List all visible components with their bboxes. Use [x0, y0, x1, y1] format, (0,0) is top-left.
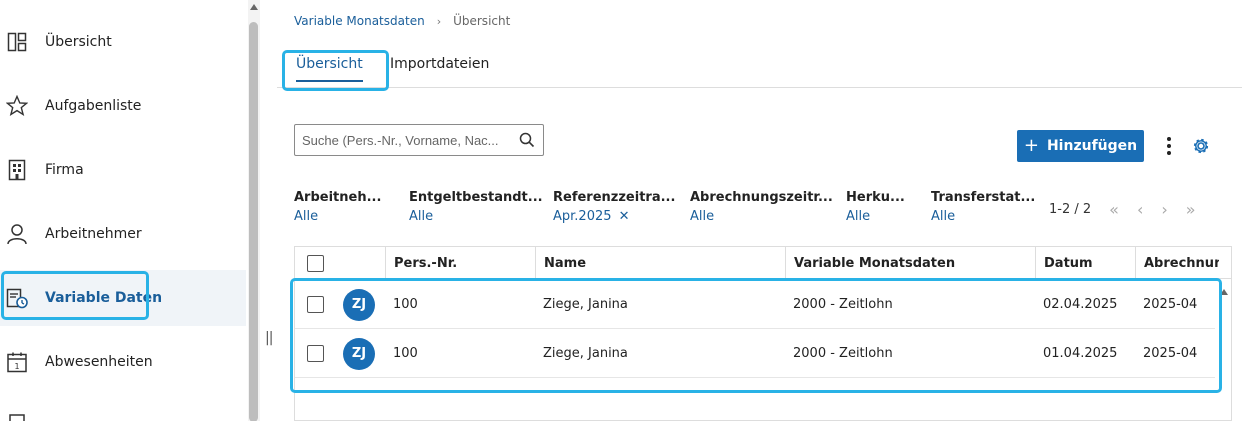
- star-icon: [6, 95, 28, 117]
- filter-referenzzeitraum[interactable]: Referenzzeitra... Apr.2025 ✕: [553, 190, 675, 224]
- scroll-up-arrow-icon[interactable]: [250, 4, 258, 10]
- scroll-thumb[interactable]: [249, 22, 258, 421]
- cell-datum: 01.04.2025: [1043, 346, 1118, 361]
- row-checkbox[interactable]: [307, 345, 324, 362]
- table-row[interactable]: ZJ 100 Ziege, Janina 2000 - Zeitlohn 01.…: [295, 329, 1215, 378]
- data-table: Pers.-Nr. Name Variable Monatsdaten Datu…: [294, 246, 1232, 421]
- sidebar-item-firma[interactable]: Firma: [0, 142, 246, 198]
- search-icon[interactable]: [519, 132, 535, 152]
- last-page-icon[interactable]: »: [1186, 200, 1196, 219]
- person-icon: [6, 223, 28, 245]
- next-page-icon[interactable]: ›: [1161, 200, 1167, 219]
- column-header-variable-monatsdaten[interactable]: Variable Monatsdaten: [785, 247, 1035, 279]
- avatar-cell: ZJ: [343, 329, 375, 378]
- breadcrumb: Variable Monatsdaten › Übersicht: [294, 14, 510, 28]
- divider: [277, 87, 1242, 88]
- sidebar-item-abwesenheiten[interactable]: 1 Abwesenheiten: [0, 334, 246, 390]
- sidebar-scrollbar[interactable]: [248, 0, 260, 421]
- column-header-name[interactable]: Name: [535, 247, 785, 279]
- prev-page-icon[interactable]: ‹: [1137, 200, 1143, 219]
- filter-value[interactable]: Alle: [294, 209, 381, 224]
- filter-transferstatus[interactable]: Transferstat... Alle: [931, 190, 1035, 224]
- add-button[interactable]: + Hinzufügen: [1017, 130, 1144, 162]
- variable-data-icon: [6, 287, 28, 309]
- sidebar-item-more[interactable]: [0, 398, 246, 421]
- cell-name: Ziege, Janina: [543, 346, 628, 361]
- filter-label: Abrechnungszeitr...: [690, 190, 833, 205]
- cell-pers-nr: 100: [393, 297, 418, 312]
- sidebar-item-label: Übersicht: [45, 34, 112, 50]
- more-options-icon[interactable]: [1160, 135, 1178, 157]
- cell-datum: 02.04.2025: [1043, 297, 1118, 312]
- row-checkbox-cell: [307, 329, 324, 378]
- tab-uebersicht[interactable]: Übersicht: [296, 56, 363, 82]
- filter-label: Referenzzeitra...: [553, 190, 676, 205]
- sidebar-item-arbeitnehmer[interactable]: Arbeitnehmer: [0, 206, 246, 262]
- avatar-cell: ZJ: [343, 280, 375, 329]
- filter-arbeitnehmer[interactable]: Arbeitneh... Alle: [294, 190, 381, 224]
- breadcrumb-link[interactable]: Variable Monatsdaten: [294, 14, 425, 28]
- select-all-checkbox[interactable]: [307, 254, 324, 272]
- breadcrumb-current: Übersicht: [453, 14, 511, 28]
- clear-icon[interactable]: ✕: [619, 209, 630, 224]
- filter-value[interactable]: Alle: [409, 209, 543, 224]
- panel-splitter-icon[interactable]: ||: [265, 330, 274, 346]
- cell-variable-monatsdaten: 2000 - Zeitlohn: [793, 297, 893, 312]
- select-all-cell: [295, 247, 385, 279]
- sidebar-item-label: Variable Daten: [45, 290, 163, 306]
- avatar: ZJ: [343, 337, 375, 370]
- avatar: ZJ: [343, 288, 375, 321]
- filter-label: Entgeltbestandt...: [409, 190, 543, 205]
- filter-value[interactable]: Alle: [690, 209, 833, 224]
- filter-label: Transferstat...: [931, 190, 1036, 205]
- sidebar-item-label: Firma: [45, 162, 84, 178]
- cell-abrechnung: 2025-04: [1143, 297, 1198, 312]
- cell-name: Ziege, Janina: [543, 297, 628, 312]
- filter-value[interactable]: Alle: [846, 209, 905, 224]
- row-checkbox[interactable]: [307, 296, 324, 313]
- row-checkbox-cell: [307, 280, 324, 329]
- filter-value[interactable]: Alle: [931, 209, 1035, 224]
- filter-herkunft[interactable]: Herku... Alle: [846, 190, 905, 224]
- add-button-label: Hinzufügen: [1046, 138, 1138, 154]
- cell-pers-nr: 100: [393, 346, 418, 361]
- sidebar-item-label: Abwesenheiten: [45, 354, 153, 370]
- filter-value-row: Apr.2025 ✕: [553, 209, 675, 224]
- tab-importdateien[interactable]: Importdateien: [390, 56, 489, 80]
- first-page-icon[interactable]: «: [1109, 200, 1119, 219]
- gear-icon[interactable]: [1191, 136, 1211, 156]
- column-header-abrechnung[interactable]: Abrechnun...: [1135, 247, 1219, 279]
- column-header-datum[interactable]: Datum: [1035, 247, 1135, 279]
- page-range: 1-2 / 2: [1049, 202, 1092, 217]
- building-icon: [6, 159, 28, 181]
- table-header: Pers.-Nr. Name Variable Monatsdaten Datu…: [295, 247, 1231, 279]
- table-scroll-up-icon[interactable]: [1220, 289, 1228, 295]
- search-input[interactable]: [302, 132, 512, 148]
- document-icon: [6, 412, 28, 421]
- pagination: 1-2 / 2 « ‹ › »: [1049, 200, 1196, 219]
- sidebar-item-aufgabenliste[interactable]: Aufgabenliste: [0, 78, 246, 134]
- cell-variable-monatsdaten: 2000 - Zeitlohn: [793, 346, 893, 361]
- filter-value[interactable]: Apr.2025: [553, 209, 612, 224]
- sidebar-item-variable-daten[interactable]: Variable Daten: [0, 270, 246, 326]
- filter-entgeltbestandteil[interactable]: Entgeltbestandt... Alle: [409, 190, 543, 224]
- sidebar-item-label: Arbeitnehmer: [45, 226, 142, 242]
- cell-abrechnung: 2025-04: [1143, 346, 1198, 361]
- sidebar-item-label: Aufgabenliste: [45, 98, 142, 114]
- search-field[interactable]: [294, 124, 544, 156]
- chevron-right-icon: ›: [436, 14, 442, 28]
- svg-text:1: 1: [14, 362, 19, 371]
- filter-label: Herku...: [846, 190, 905, 205]
- column-header-pers-nr[interactable]: Pers.-Nr.: [385, 247, 535, 279]
- table-row[interactable]: ZJ 100 Ziege, Janina 2000 - Zeitlohn 02.…: [295, 280, 1215, 329]
- filter-abrechnungszeitraum[interactable]: Abrechnungszeitr... Alle: [690, 190, 833, 224]
- dashboard-icon: [6, 31, 28, 53]
- sidebar-item-uebersicht[interactable]: Übersicht: [0, 14, 246, 70]
- sidebar: Übersicht Aufgabenliste Firma Arbeitnehm…: [0, 0, 248, 421]
- calendar-icon: 1: [6, 351, 28, 373]
- plus-icon: +: [1023, 135, 1039, 156]
- filter-label: Arbeitneh...: [294, 190, 382, 205]
